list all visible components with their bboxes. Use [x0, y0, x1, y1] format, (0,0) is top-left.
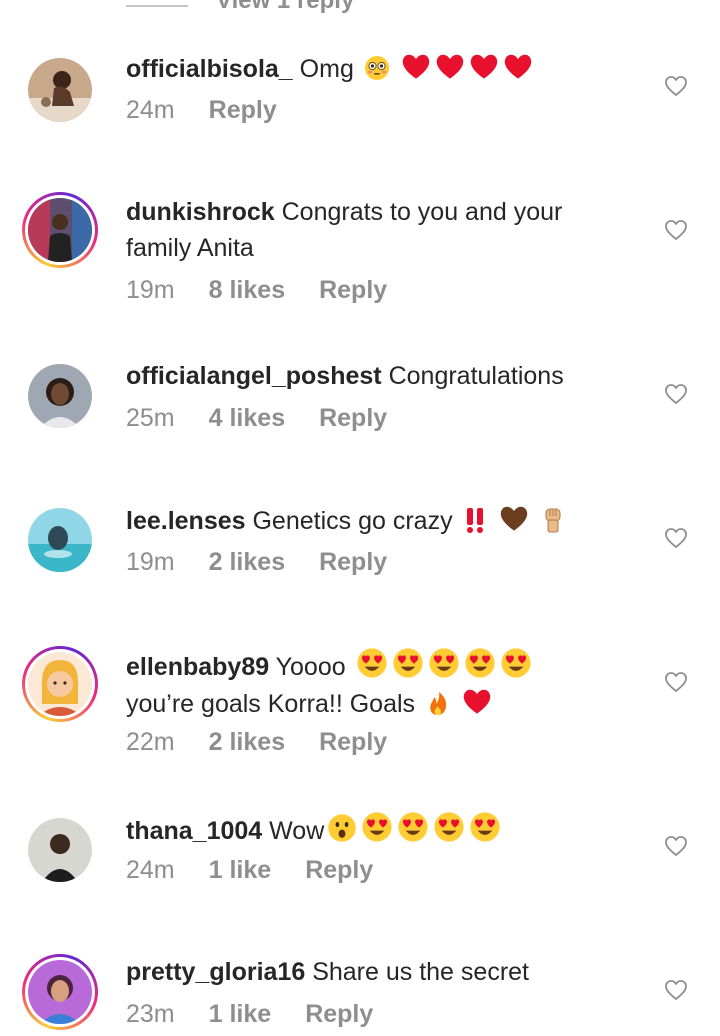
comment-likes[interactable]: 2 likes — [209, 548, 285, 577]
reply-button[interactable]: Reply — [209, 96, 277, 125]
comment-text: Share us the secret — [312, 958, 529, 986]
comment-body: ellenbaby89 Yoooo you’re goals Korra!! G… — [126, 646, 626, 722]
like-heart-icon[interactable] — [664, 218, 688, 242]
comment-meta: 24m 1 like Reply — [126, 856, 373, 885]
reply-button[interactable]: Reply — [319, 728, 387, 757]
avatar[interactable] — [22, 812, 98, 888]
heart-eyes-icon — [394, 812, 430, 845]
heart-eyes-icon — [353, 648, 389, 681]
red-heart-icon — [459, 689, 493, 718]
avatar[interactable] — [22, 502, 98, 578]
comment-text: Genetics go crazy — [252, 507, 453, 535]
avatar-image — [28, 364, 92, 428]
comment-username[interactable]: ellenbaby89 — [126, 653, 269, 681]
comment-meta: 19m 8 likes Reply — [126, 276, 387, 305]
comment-time: 22m — [126, 728, 175, 756]
comment-likes[interactable]: 1 like — [209, 1000, 272, 1029]
reply-button[interactable]: Reply — [319, 548, 387, 577]
reply-button[interactable]: Reply — [319, 404, 387, 433]
like-heart-icon[interactable] — [664, 670, 688, 694]
comment-time: 24m — [126, 96, 175, 124]
like-heart-icon[interactable] — [664, 526, 688, 550]
avatar[interactable] — [22, 954, 98, 1030]
comment-body: officialangel_poshest Congratulations — [126, 358, 626, 394]
view-replies-link[interactable]: View 1 reply — [126, 0, 354, 16]
comment-body: dunkishrock Congrats to you and your fam… — [126, 194, 626, 266]
heart-eyes-icon — [497, 648, 533, 681]
comment-time: 25m — [126, 404, 175, 432]
astonished-face-icon — [324, 814, 358, 845]
flushed-face-icon — [361, 55, 391, 83]
heart-eyes-icon — [461, 648, 497, 681]
comment-likes[interactable]: 4 likes — [209, 404, 285, 433]
reply-button[interactable]: Reply — [319, 276, 387, 305]
red-heart-icon — [398, 54, 432, 83]
red-heart-icon — [466, 54, 500, 83]
comment-time: 24m — [126, 856, 175, 884]
comment-text-continued: you’re goals Korra!! Goals — [126, 690, 416, 718]
like-heart-icon[interactable] — [664, 382, 688, 406]
double-exclamation-icon — [460, 507, 490, 535]
comment-username[interactable]: officialangel_poshest — [126, 362, 382, 390]
comment-text: Wow — [269, 817, 325, 845]
avatar[interactable] — [22, 358, 98, 434]
heart-eyes-icon — [389, 648, 425, 681]
avatar-image — [28, 508, 92, 572]
comment-likes[interactable]: 2 likes — [209, 728, 285, 757]
comment-username[interactable]: officialbisola_ — [126, 55, 293, 83]
avatar-image — [28, 652, 92, 716]
fire-icon — [422, 690, 452, 718]
heart-eyes-icon — [425, 648, 461, 681]
comment-username[interactable]: lee.lenses — [126, 507, 246, 535]
reply-divider — [126, 5, 188, 7]
comment-body: pretty_gloria16 Share us the secret — [126, 954, 626, 990]
comment-time: 19m — [126, 548, 175, 576]
like-heart-icon[interactable] — [664, 978, 688, 1002]
comment-meta: 19m 2 likes Reply — [126, 548, 387, 577]
comment-meta: 24m Reply — [126, 96, 277, 125]
comment-text: Omg — [299, 55, 354, 83]
like-heart-icon[interactable] — [664, 74, 688, 98]
comment-meta: 23m 1 like Reply — [126, 1000, 373, 1029]
comment-body: lee.lenses Genetics go crazy — [126, 502, 626, 539]
avatar-image — [28, 198, 92, 262]
reply-button[interactable]: Reply — [305, 1000, 373, 1029]
heart-eyes-icon — [466, 812, 502, 845]
raised-fist-icon — [537, 507, 567, 535]
avatar-image — [28, 960, 92, 1024]
avatar[interactable] — [22, 646, 98, 722]
red-heart-icon — [432, 54, 466, 83]
brown-heart-icon — [496, 506, 530, 535]
comment-username[interactable]: thana_1004 — [126, 817, 262, 845]
view-replies-label: View 1 reply — [216, 0, 355, 14]
avatar[interactable] — [22, 192, 98, 268]
comment-time: 19m — [126, 276, 175, 304]
comment-meta: 25m 4 likes Reply — [126, 404, 387, 433]
reply-button[interactable]: Reply — [305, 856, 373, 885]
comment-text: Congratulations — [388, 362, 564, 390]
red-heart-icon — [500, 54, 534, 83]
heart-eyes-icon — [430, 812, 466, 845]
avatar-image — [28, 818, 92, 882]
like-heart-icon[interactable] — [664, 834, 688, 858]
avatar[interactable] — [22, 52, 98, 128]
comment-body: officialbisola_ Omg — [126, 50, 626, 87]
comment-text: Yoooo — [275, 653, 346, 681]
comment-time: 23m — [126, 1000, 175, 1028]
comment-likes[interactable]: 1 like — [209, 856, 272, 885]
comment-body: thana_1004 Wow — [126, 810, 626, 849]
comment-username[interactable]: pretty_gloria16 — [126, 958, 305, 986]
comment-meta: 22m 2 likes Reply — [126, 728, 387, 757]
heart-eyes-icon — [358, 812, 394, 845]
comment-username[interactable]: dunkishrock — [126, 198, 275, 226]
comment-likes[interactable]: 8 likes — [209, 276, 285, 305]
avatar-image — [28, 58, 92, 122]
